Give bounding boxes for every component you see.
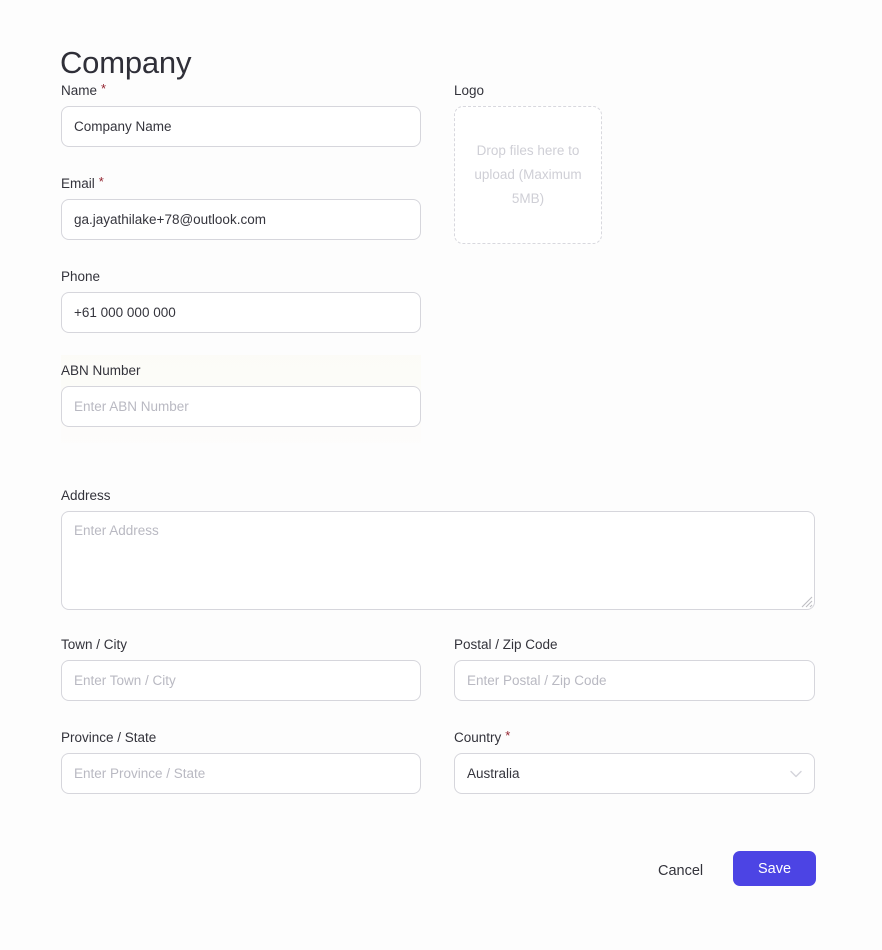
field-abn-number: ABN Number Enter ABN Number [61,362,421,427]
address-textarea[interactable]: Enter Address [61,511,815,610]
label-abn-number: ABN Number [61,363,141,378]
company-form-page: Company Name * Company Name Email * ga.jay… [0,0,882,950]
label-name-text: Name [61,83,98,98]
label-name: Name * [61,82,421,99]
field-email: Email * ga.jayathilake+78@outlook.com [61,175,421,240]
form-footer: Cancel Save [0,851,882,891]
cancel-button[interactable]: Cancel [650,857,711,885]
required-marker-country: * [505,728,511,743]
country-select-value[interactable]: Australia [454,753,815,794]
label-town-city: Town / City [61,637,128,652]
required-marker-name: * [101,81,107,96]
field-country: Country * Australia [454,729,815,794]
logo-dropzone[interactable]: Drop files here to upload (Maximum 5MB) [454,106,602,244]
label-country: Country * [454,729,815,746]
label-address: Address [61,488,111,503]
postal-zip-input[interactable]: Enter Postal / Zip Code [454,660,815,701]
field-phone: Phone +61 000 000 000 [61,268,421,333]
town-city-input[interactable]: Enter Town / City [61,660,421,701]
label-email-text: Email [61,176,95,191]
page-title: Company [60,44,192,80]
name-input[interactable]: Company Name [61,106,421,147]
logo-dropzone-text: Drop files here to upload (Maximum 5MB) [474,143,582,206]
save-button[interactable]: Save [733,851,816,886]
country-select[interactable]: Australia [454,753,815,794]
label-province-state: Province / State [61,730,157,745]
field-town-city: Town / City Enter Town / City [61,636,421,701]
label-phone: Phone [61,269,101,284]
required-marker-email: * [98,174,104,189]
field-province-state: Province / State Enter Province / State [61,729,421,794]
label-postal-zip: Postal / Zip Code [454,637,558,652]
label-email: Email * [61,175,421,192]
label-country-text: Country [454,730,502,745]
label-logo: Logo [454,83,485,98]
field-postal-zip: Postal / Zip Code Enter Postal / Zip Cod… [454,636,815,701]
field-name: Name * Company Name [61,82,421,147]
phone-input[interactable]: +61 000 000 000 [61,292,421,333]
province-state-input[interactable]: Enter Province / State [61,753,421,794]
field-address: Address Enter Address [61,487,815,610]
resize-grip-icon[interactable] [799,594,813,608]
email-input[interactable]: ga.jayathilake+78@outlook.com [61,199,421,240]
abn-number-input[interactable]: Enter ABN Number [61,386,421,427]
field-logo: Logo Drop files here to upload (Maximum … [454,82,602,244]
